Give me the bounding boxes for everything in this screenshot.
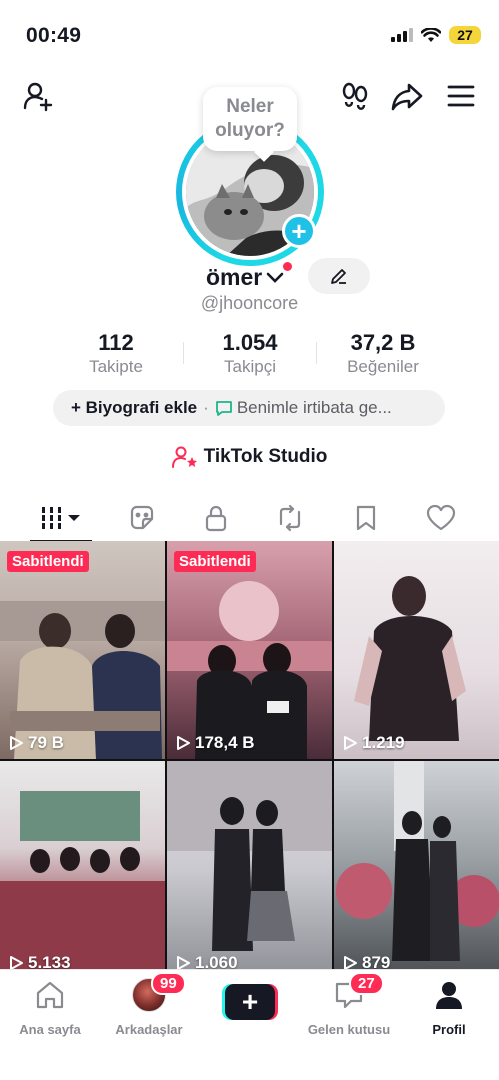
play-icon: [177, 956, 190, 969]
profile-icon: [436, 982, 462, 1009]
name-row: ömer: [0, 258, 499, 294]
stat-value: 37,2 B: [350, 330, 416, 355]
view-count-value: 879: [362, 953, 391, 969]
studio-person-star-icon: [171, 446, 197, 468]
pinned-badge: Sabitlendi: [7, 551, 89, 572]
notification-dot: [283, 262, 292, 271]
share-icon[interactable]: [389, 78, 425, 114]
studio-label: TikTok Studio: [203, 446, 328, 467]
stat-label: Takipçi: [224, 357, 276, 376]
signal-icon: [391, 28, 413, 42]
view-count: 178,4 B: [175, 733, 255, 753]
nav-home[interactable]: Ana sayfa: [0, 978, 100, 1037]
bio-pill: + Biyografi ekle · Benimle irtibata ge..…: [53, 390, 445, 426]
message-icon: [215, 401, 232, 416]
repost-sticker-icon: [130, 505, 154, 530]
battery-indicator: 27: [449, 26, 481, 44]
tab-videos[interactable]: [32, 498, 92, 538]
status-bar: 00:49 27: [0, 0, 499, 72]
view-count-value: 79 B: [28, 733, 64, 752]
video-thumbnail[interactable]: Sabitlendi 178,4 B: [167, 541, 332, 759]
view-count: 5.133: [8, 953, 71, 969]
stat-followers[interactable]: 1.054 Takipçi: [180, 330, 320, 377]
heart-icon: [426, 504, 456, 531]
status-icons: 27: [391, 26, 481, 44]
nav-label: Arkadaşlar: [115, 1022, 183, 1037]
tab-private[interactable]: [186, 498, 246, 538]
view-count: 1.219: [342, 733, 405, 753]
grid-icon: [42, 507, 80, 529]
username: @jhooncore: [200, 293, 299, 313]
edit-profile-button[interactable]: [308, 258, 370, 294]
menu-icon[interactable]: [443, 78, 479, 114]
create-button[interactable]: +: [222, 984, 278, 1020]
nav-profile[interactable]: Profil: [399, 978, 499, 1037]
video-thumbnail[interactable]: 1.219: [334, 541, 499, 759]
video-thumbnail[interactable]: 5.133: [0, 761, 165, 969]
pencil-icon: [331, 269, 346, 284]
display-name[interactable]: ömer: [206, 264, 284, 291]
play-icon: [10, 956, 23, 969]
bottom-navigation: Ana sayfa Arkadaşlar 99 + Gelen kutusu 2…: [0, 969, 499, 1080]
video-thumbnail[interactable]: Sabitlendi 79 B: [0, 541, 165, 759]
nav-label: Profil: [432, 1022, 466, 1037]
tiktok-studio-link[interactable]: TikTok Studio: [0, 446, 499, 474]
tab-reposts[interactable]: [260, 498, 320, 538]
tab-liked[interactable]: [411, 498, 471, 538]
status-bubble[interactable]: Neler oluyor?: [203, 87, 297, 151]
wifi-icon: [421, 27, 441, 42]
play-icon: [10, 736, 23, 750]
view-count-value: 1.219: [362, 733, 405, 752]
stat-value: 1.054: [222, 330, 278, 355]
content-tabs: [0, 494, 499, 542]
video-grid: Sabitlendi 79 B Sabitlendi 178,4 B 1.219…: [0, 541, 499, 969]
view-count-value: 1.060: [195, 953, 238, 969]
home-icon: [36, 981, 64, 1009]
nav-inbox[interactable]: Gelen kutusu 27: [299, 972, 399, 1037]
view-count: 1.060: [175, 953, 238, 969]
bookmark-icon: [356, 505, 376, 531]
add-friend-icon[interactable]: [20, 78, 56, 114]
lock-icon: [205, 505, 227, 532]
footprints-icon[interactable]: [337, 78, 373, 114]
repost-icon: [279, 504, 301, 532]
tab-stickers[interactable]: [112, 498, 172, 538]
chevron-down-icon[interactable]: [266, 271, 284, 285]
add-bio-button[interactable]: + Biyografi ekle: [71, 398, 197, 418]
nav-label: Gelen kutusu: [307, 1022, 391, 1037]
play-icon: [344, 736, 357, 750]
view-count: 79 B: [8, 733, 64, 753]
notification-badge: 99: [151, 972, 186, 995]
contact-button[interactable]: Benimle irtibata ge...: [237, 398, 392, 418]
tab-favorites[interactable]: [336, 498, 396, 538]
video-thumbnail[interactable]: 879: [334, 761, 499, 969]
view-count-value: 178,4 B: [195, 733, 255, 752]
stat-following[interactable]: 112 Takipte: [46, 330, 186, 377]
play-icon: [177, 736, 190, 750]
notification-badge: 27: [349, 972, 384, 995]
play-icon: [344, 956, 357, 969]
pinned-badge: Sabitlendi: [174, 551, 256, 572]
nav-friends[interactable]: Arkadaşlar 99: [99, 972, 199, 1037]
separator: ·: [203, 398, 209, 417]
view-count-value: 5.133: [28, 953, 71, 969]
stat-label: Takipte: [89, 357, 143, 376]
video-thumbnail[interactable]: 1.060: [167, 761, 332, 969]
stat-value: 112: [98, 330, 134, 355]
stat-label: Beğeniler: [347, 357, 419, 376]
plus-icon: +: [225, 984, 275, 1020]
add-story-button[interactable]: +: [282, 214, 316, 248]
view-count: 879: [342, 953, 390, 969]
nav-label: Ana sayfa: [19, 1022, 81, 1037]
profile-stats: 112 Takipte 1.054 Takipçi 37,2 B Beğenil…: [0, 330, 499, 378]
status-time: 00:49: [26, 24, 82, 47]
stat-likes[interactable]: 37,2 B Beğeniler: [313, 330, 453, 377]
